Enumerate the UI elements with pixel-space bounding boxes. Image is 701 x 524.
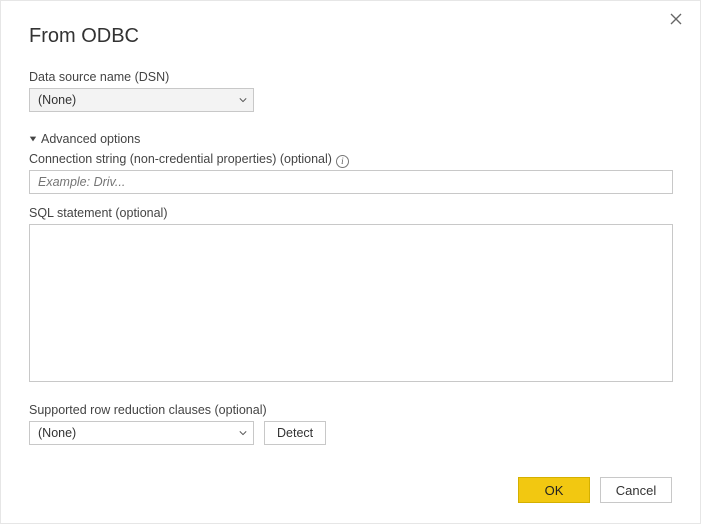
row-reduction-label: Supported row reduction clauses (optiona… bbox=[29, 403, 672, 417]
close-icon bbox=[670, 13, 682, 25]
dsn-label: Data source name (DSN) bbox=[29, 70, 672, 84]
sql-statement-textarea[interactable] bbox=[29, 224, 673, 382]
row-reduction-dropdown[interactable]: (None) bbox=[29, 421, 254, 445]
dialog-title: From ODBC bbox=[29, 25, 672, 48]
ok-button[interactable]: OK bbox=[518, 477, 590, 503]
dialog-footer: OK Cancel bbox=[518, 477, 672, 503]
dsn-dropdown[interactable]: (None) bbox=[29, 88, 254, 112]
chevron-down-icon bbox=[239, 429, 247, 437]
connection-string-input[interactable] bbox=[29, 170, 673, 194]
odbc-dialog: From ODBC Data source name (DSN) (None) … bbox=[0, 0, 701, 524]
close-button[interactable] bbox=[668, 13, 684, 29]
advanced-options-label: Advanced options bbox=[41, 132, 140, 146]
detect-button[interactable]: Detect bbox=[264, 421, 326, 445]
cancel-button[interactable]: Cancel bbox=[600, 477, 672, 503]
advanced-options-toggle[interactable]: Advanced options bbox=[29, 132, 672, 146]
triangle-expanded-icon bbox=[29, 135, 37, 143]
connection-string-label: Connection string (non-credential proper… bbox=[29, 152, 332, 166]
dsn-value: (None) bbox=[38, 93, 76, 107]
row-reduction-value: (None) bbox=[38, 426, 76, 440]
info-icon[interactable]: i bbox=[336, 155, 349, 168]
sql-statement-label: SQL statement (optional) bbox=[29, 206, 672, 220]
chevron-down-icon bbox=[239, 96, 247, 104]
